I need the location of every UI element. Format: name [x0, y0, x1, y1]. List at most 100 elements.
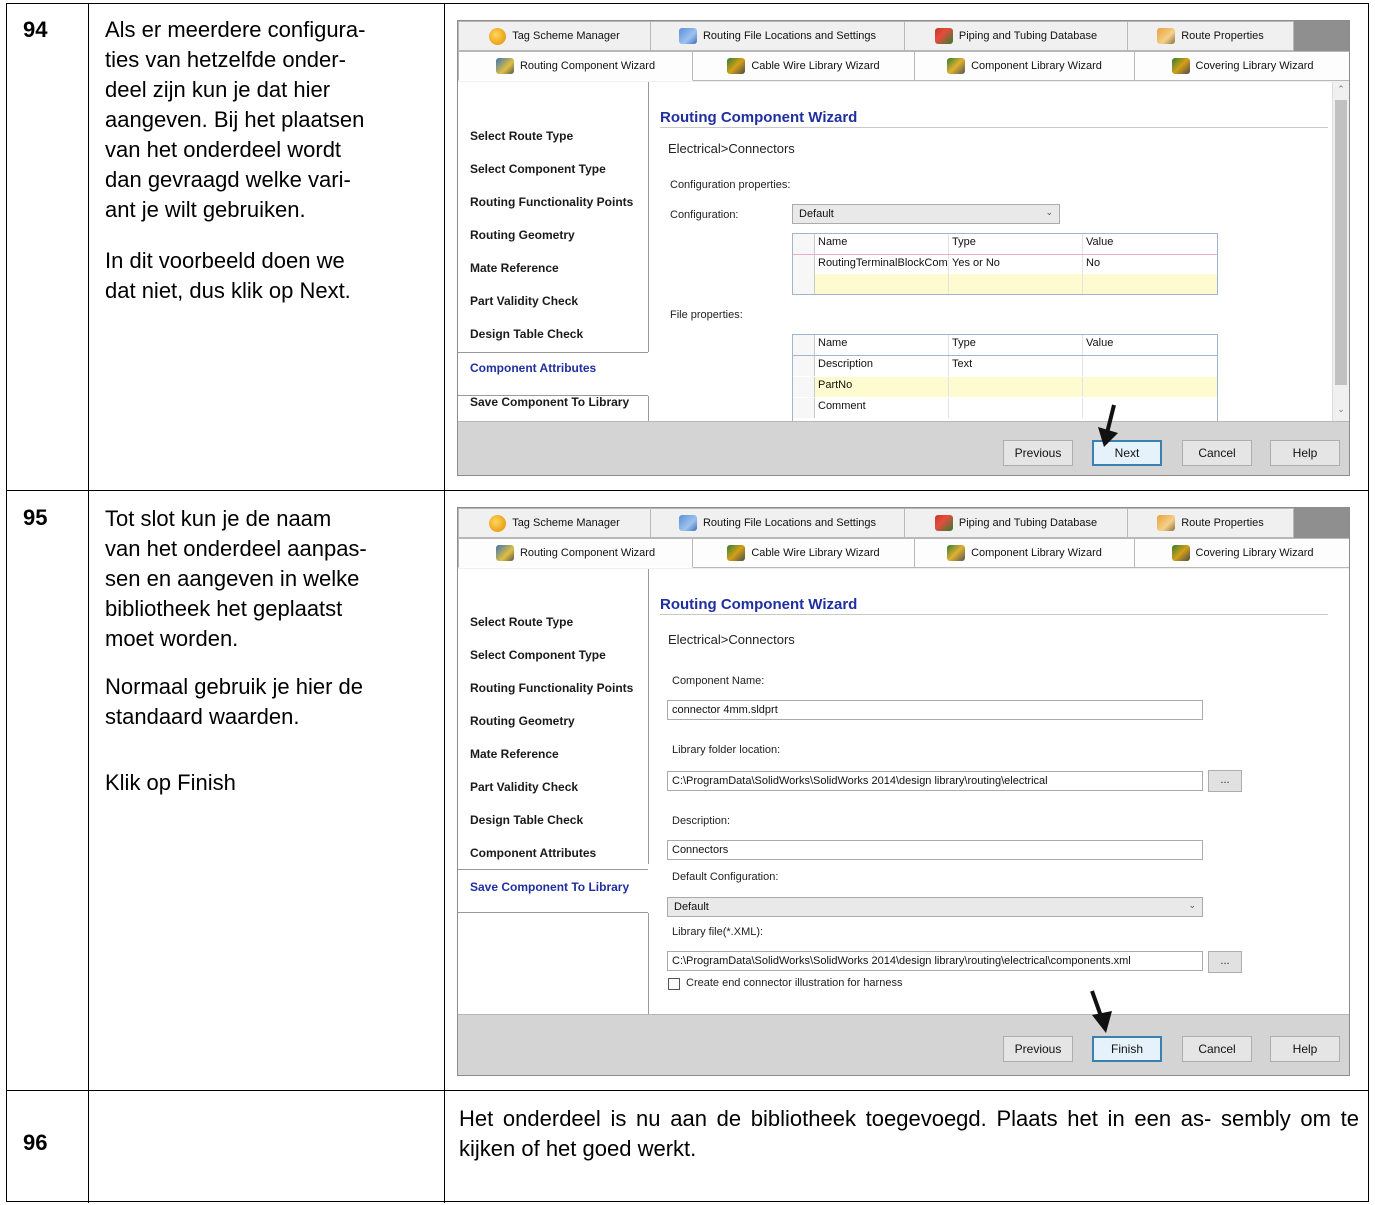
finish-button[interactable]: Finish — [1092, 1036, 1162, 1062]
tab-piping-tubing-database[interactable]: Piping and Tubing Database — [905, 21, 1128, 51]
component-wizard-icon — [947, 545, 966, 561]
cell-name[interactable]: RoutingTerminalBlockComp — [815, 255, 949, 275]
nav-part-validity-check[interactable]: Part Validity Check — [470, 294, 578, 308]
help-button[interactable]: Help — [1270, 1036, 1340, 1062]
nav-select-route-type[interactable]: Select Route Type — [470, 615, 573, 629]
grid-header-type: Type — [949, 335, 1083, 355]
tab-label: Routing Component Wizard — [519, 60, 656, 72]
nav-save-component-to-library[interactable]: Save Component To Library — [470, 395, 629, 409]
cancel-button[interactable]: Cancel — [1182, 1036, 1252, 1062]
nav-component-attributes[interactable]: Component Attributes — [470, 846, 596, 860]
cell-value[interactable] — [1083, 377, 1217, 397]
tab-tag-scheme-manager[interactable]: Tag Scheme Manager — [458, 21, 651, 51]
vertical-scrollbar[interactable]: ⌃ ⌄ — [1332, 82, 1349, 421]
cell-type[interactable] — [949, 274, 1083, 294]
row-header — [793, 377, 815, 397]
tab-route-properties[interactable]: Route Properties — [1128, 21, 1294, 51]
table-row[interactable]: RoutingTerminalBlockComp Yes or No No — [793, 254, 1217, 276]
component-name-field[interactable]: connector 4mm.sldprt — [667, 700, 1203, 720]
scroll-down-icon[interactable]: ⌄ — [1333, 404, 1349, 415]
tab-covering-library-wizard[interactable]: Covering Library Wizard — [1135, 538, 1349, 568]
step-instruction: In dit voorbeeld doen we dat niet, dus k… — [105, 248, 351, 303]
nav-routing-functionality-points[interactable]: Routing Functionality Points — [470, 681, 633, 695]
nav-divider — [648, 913, 649, 1014]
browse-file-button[interactable]: ... — [1208, 951, 1242, 973]
cell-type[interactable] — [949, 398, 1083, 418]
help-button[interactable]: Help — [1270, 440, 1340, 466]
configuration-grid[interactable]: Name Type Value RoutingTerminalBlockComp… — [792, 233, 1218, 295]
step-number: 95 — [23, 505, 48, 530]
nav-design-table-check[interactable]: Design Table Check — [470, 327, 583, 341]
tab-cable-wire-library-wizard[interactable]: Cable Wire Library Wizard — [693, 538, 915, 568]
cell-type[interactable] — [949, 377, 1083, 397]
nav-mate-reference[interactable]: Mate Reference — [470, 747, 559, 761]
file-properties-grid[interactable]: Name Type Value Description Text PartNo … — [792, 334, 1218, 421]
row-divider — [7, 490, 1368, 491]
tab-routing-component-wizard[interactable]: Routing Component Wizard — [458, 51, 693, 81]
nav-routing-geometry[interactable]: Routing Geometry — [470, 714, 575, 728]
nav-routing-geometry[interactable]: Routing Geometry — [470, 228, 575, 242]
harness-illustration-checkbox[interactable] — [668, 978, 680, 990]
previous-button[interactable]: Previous — [1003, 1036, 1073, 1062]
default-configuration-label: Default Configuration: — [672, 871, 779, 883]
nav-part-validity-check[interactable]: Part Validity Check — [470, 780, 578, 794]
table-row[interactable]: PartNo — [793, 377, 1217, 397]
cell-name[interactable]: PartNo — [815, 377, 949, 397]
table-row[interactable]: Description Text — [793, 356, 1217, 376]
cell-type[interactable]: Text — [949, 356, 1083, 376]
tab-tag-scheme-manager[interactable]: Tag Scheme Manager — [458, 508, 651, 538]
cell-name[interactable]: Comment — [815, 398, 949, 418]
description-field[interactable]: Connectors — [667, 840, 1203, 860]
scroll-up-icon[interactable]: ⌃ — [1333, 84, 1349, 95]
tab-label: Routing File Locations and Settings — [702, 30, 877, 42]
nav-mate-reference[interactable]: Mate Reference — [470, 261, 559, 275]
default-configuration-select[interactable]: Default ⌄ — [667, 897, 1203, 917]
tab-piping-tubing-database[interactable]: Piping and Tubing Database — [905, 508, 1128, 538]
nav-select-route-type[interactable]: Select Route Type — [470, 129, 573, 143]
nav-select-component-type[interactable]: Select Component Type — [470, 648, 606, 662]
tab-cable-wire-library-wizard[interactable]: Cable Wire Library Wizard — [693, 51, 915, 81]
tab-component-library-wizard[interactable]: Component Library Wizard — [915, 538, 1135, 568]
tab-label: Covering Library Wizard — [1195, 60, 1314, 72]
nav-design-table-check[interactable]: Design Table Check — [470, 813, 583, 827]
tab-routing-component-wizard[interactable]: Routing Component Wizard — [458, 538, 693, 568]
cell-value[interactable]: No — [1083, 255, 1217, 275]
library-file-label: Library file(*.XML): — [672, 926, 764, 938]
wizard-window-attributes: Tag Scheme Manager Routing File Location… — [457, 20, 1350, 476]
library-folder-field[interactable]: C:\ProgramData\SolidWorks\SolidWorks 201… — [667, 771, 1203, 791]
component-wizard-icon — [947, 58, 966, 74]
nav-routing-functionality-points[interactable]: Routing Functionality Points — [470, 195, 633, 209]
tab-component-library-wizard[interactable]: Component Library Wizard — [915, 51, 1135, 81]
table-row-new[interactable] — [793, 274, 1217, 294]
cell-type[interactable]: Yes or No — [949, 255, 1083, 275]
tab-route-properties[interactable]: Route Properties — [1128, 508, 1294, 538]
cell-name[interactable]: Description — [815, 356, 949, 376]
tab-routing-file-locations[interactable]: Routing File Locations and Settings — [651, 508, 905, 538]
tag-icon — [489, 27, 507, 45]
scrollbar-thumb[interactable] — [1335, 100, 1347, 385]
library-file-field[interactable]: C:\ProgramData\SolidWorks\SolidWorks 201… — [667, 951, 1203, 971]
cell-name[interactable] — [815, 274, 949, 294]
configuration-select[interactable]: Default ⌄ — [792, 204, 1060, 224]
covering-wizard-icon — [1171, 58, 1190, 74]
step-instruction: Als er meerdere configura- ties van hetz… — [105, 17, 366, 222]
wizard-pane: Select Route Type Select Component Type … — [458, 82, 1349, 421]
cell-value[interactable] — [1083, 356, 1217, 376]
cell-value[interactable] — [1083, 274, 1217, 294]
row-header — [793, 255, 815, 275]
tab-label: Covering Library Wizard — [1195, 547, 1314, 559]
cancel-button[interactable]: Cancel — [1182, 440, 1252, 466]
table-row[interactable]: Comment — [793, 398, 1217, 418]
nav-save-component-to-library[interactable]: Save Component To Library — [470, 880, 629, 894]
wizard-footer: Previous Next Cancel Help — [458, 421, 1349, 475]
title-rule — [660, 614, 1328, 615]
nav-select-component-type[interactable]: Select Component Type — [470, 162, 606, 176]
tab-covering-library-wizard[interactable]: Covering Library Wizard — [1135, 51, 1349, 81]
nav-component-attributes[interactable]: Component Attributes — [470, 361, 596, 375]
covering-wizard-icon — [1171, 545, 1190, 561]
browse-folder-button[interactable]: ... — [1208, 770, 1242, 792]
tab-routing-file-locations[interactable]: Routing File Locations and Settings — [651, 21, 905, 51]
file-properties-label: File properties: — [670, 309, 743, 321]
route-properties-icon — [1157, 515, 1176, 531]
previous-button[interactable]: Previous — [1003, 440, 1073, 466]
